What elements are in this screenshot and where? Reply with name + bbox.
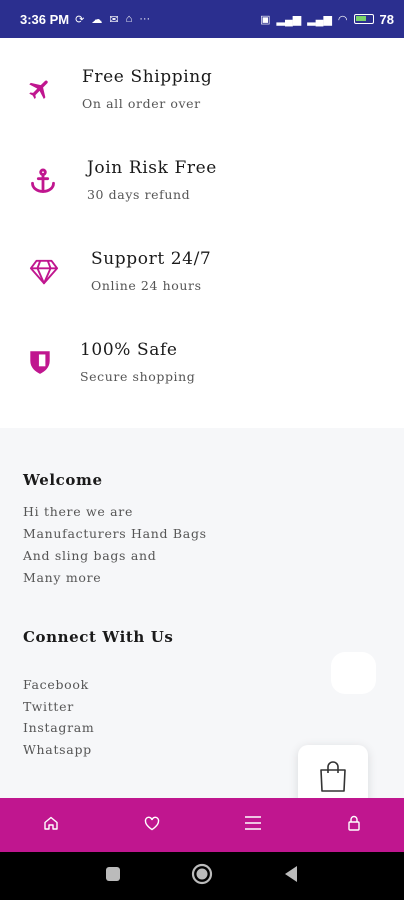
- connect-heading: Connect With Us: [23, 628, 174, 646]
- home-status-icon: ⌂: [125, 13, 133, 25]
- social-link-whatsapp[interactable]: Whatsapp: [23, 742, 92, 757]
- more-dots-icon: ···: [139, 13, 151, 25]
- signal-icon: ▂▄▆: [276, 13, 302, 26]
- cloud-icon: ☁: [91, 13, 103, 26]
- lock-icon: [347, 815, 361, 835]
- feature-subtitle: On all order over: [82, 96, 201, 111]
- signal-icon-2: ▂▄▆: [307, 13, 332, 26]
- social-link-twitter[interactable]: Twitter: [23, 699, 74, 714]
- wifi-icon: ◠: [337, 13, 348, 26]
- welcome-heading: Welcome: [23, 471, 103, 489]
- menu-icon: [244, 815, 262, 835]
- feature-safe: 100% Safe Secure shopping: [0, 329, 404, 399]
- feature-join-risk-free: Join Risk Free 30 days refund: [0, 147, 404, 217]
- battery-percent: 78: [379, 11, 394, 27]
- shield-icon: [25, 347, 55, 377]
- feature-subtitle: Secure shopping: [80, 369, 196, 384]
- status-time: 3:36 PM: [20, 11, 70, 27]
- feature-subtitle: Online 24 hours: [91, 278, 202, 293]
- system-navigation-bar: [0, 852, 404, 900]
- home-icon: [43, 815, 59, 835]
- sync-icon: ⟳: [75, 13, 85, 26]
- nav-menu[interactable]: [202, 798, 303, 852]
- welcome-line: Hi there we are: [23, 504, 134, 519]
- shopping-bag-icon: [317, 760, 349, 798]
- notification-icons: ⟳ ☁ ✉ ⌂ ···: [75, 13, 150, 26]
- diamond-icon: [29, 257, 59, 287]
- social-link-facebook[interactable]: Facebook: [23, 677, 89, 692]
- social-link-instagram[interactable]: Instagram: [23, 720, 94, 735]
- feature-title: Free Shipping: [82, 67, 213, 87]
- features-section: Free Shipping On all order over Join Ris…: [0, 38, 404, 428]
- welcome-line: Manufacturers Hand Bags: [23, 526, 207, 541]
- footer-section: Welcome Hi there we are Manufacturers Ha…: [0, 428, 404, 798]
- feature-subtitle: 30 days refund: [87, 187, 191, 202]
- nav-wishlist[interactable]: [101, 798, 202, 852]
- floating-blank-button[interactable]: [331, 652, 376, 694]
- welcome-line: Many more: [23, 570, 102, 585]
- status-bar: 3:36 PM ⟳ ☁ ✉ ⌂ ··· ▣ ▂▄▆ ▂▄▆ ◠ 78: [0, 0, 404, 38]
- recents-button[interactable]: [105, 866, 121, 886]
- anchor-icon: [28, 166, 58, 196]
- system-icons: ▣ ▂▄▆ ▂▄▆ ◠ 78: [260, 12, 394, 27]
- heart-icon: [144, 816, 160, 835]
- back-button[interactable]: [283, 865, 299, 887]
- nfc-icon: ▣: [260, 13, 271, 26]
- feature-title: Join Risk Free: [87, 158, 217, 178]
- nav-account[interactable]: [303, 798, 404, 852]
- feature-support: Support 24/7 Online 24 hours: [0, 238, 404, 308]
- home-system-button[interactable]: [191, 863, 213, 889]
- battery-icon: [353, 14, 374, 24]
- airplane-icon: [25, 74, 55, 104]
- feature-free-shipping: Free Shipping On all order over: [0, 56, 404, 126]
- feature-title: 100% Safe: [80, 340, 178, 360]
- nav-home[interactable]: [0, 798, 101, 852]
- mail-icon: ✉: [109, 13, 119, 26]
- welcome-line: And sling bags and: [23, 548, 157, 563]
- bottom-navigation: [0, 798, 404, 852]
- feature-title: Support 24/7: [91, 249, 212, 269]
